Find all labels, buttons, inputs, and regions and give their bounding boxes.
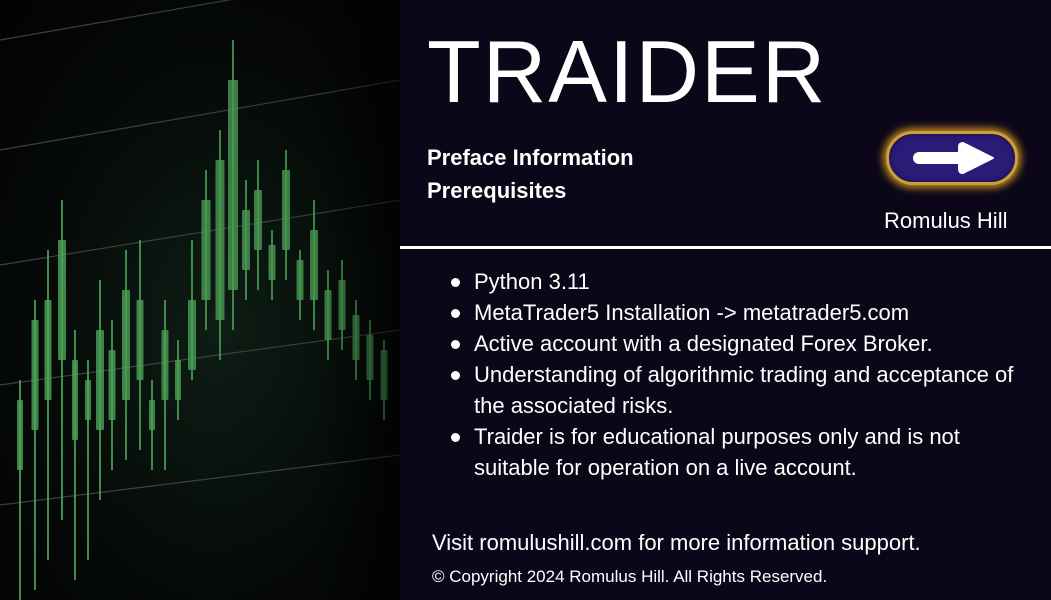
subheading-preface: Preface Information — [427, 145, 634, 170]
hero-chart-image — [0, 0, 400, 600]
copyright-text: © Copyright 2024 Romulus Hill. All Right… — [432, 567, 828, 586]
author-name: Romulus Hill — [884, 208, 1008, 233]
next-button[interactable] — [886, 131, 1018, 185]
arrow-right-icon — [913, 142, 994, 174]
app-title: TRAIDER — [427, 22, 828, 121]
list-item: Active account with a designated Forex B… — [446, 328, 1036, 359]
candlestick-chart-graphic — [0, 0, 400, 600]
info-panel: TRAIDER Preface Information Prerequisite… — [400, 0, 1051, 600]
list-item: Understanding of algorithmic trading and… — [446, 359, 1036, 421]
subheading-prerequisites: Prerequisites — [427, 178, 567, 203]
prerequisites-list: Python 3.11 MetaTrader5 Installation -> … — [446, 266, 1036, 483]
list-item: Python 3.11 — [446, 266, 1036, 297]
list-item: Traider is for educational purposes only… — [446, 421, 1036, 483]
section-divider — [400, 246, 1051, 249]
visit-website-text: Visit romulushill.com for more informati… — [432, 530, 921, 555]
list-item: MetaTrader5 Installation -> metatrader5.… — [446, 297, 1036, 328]
